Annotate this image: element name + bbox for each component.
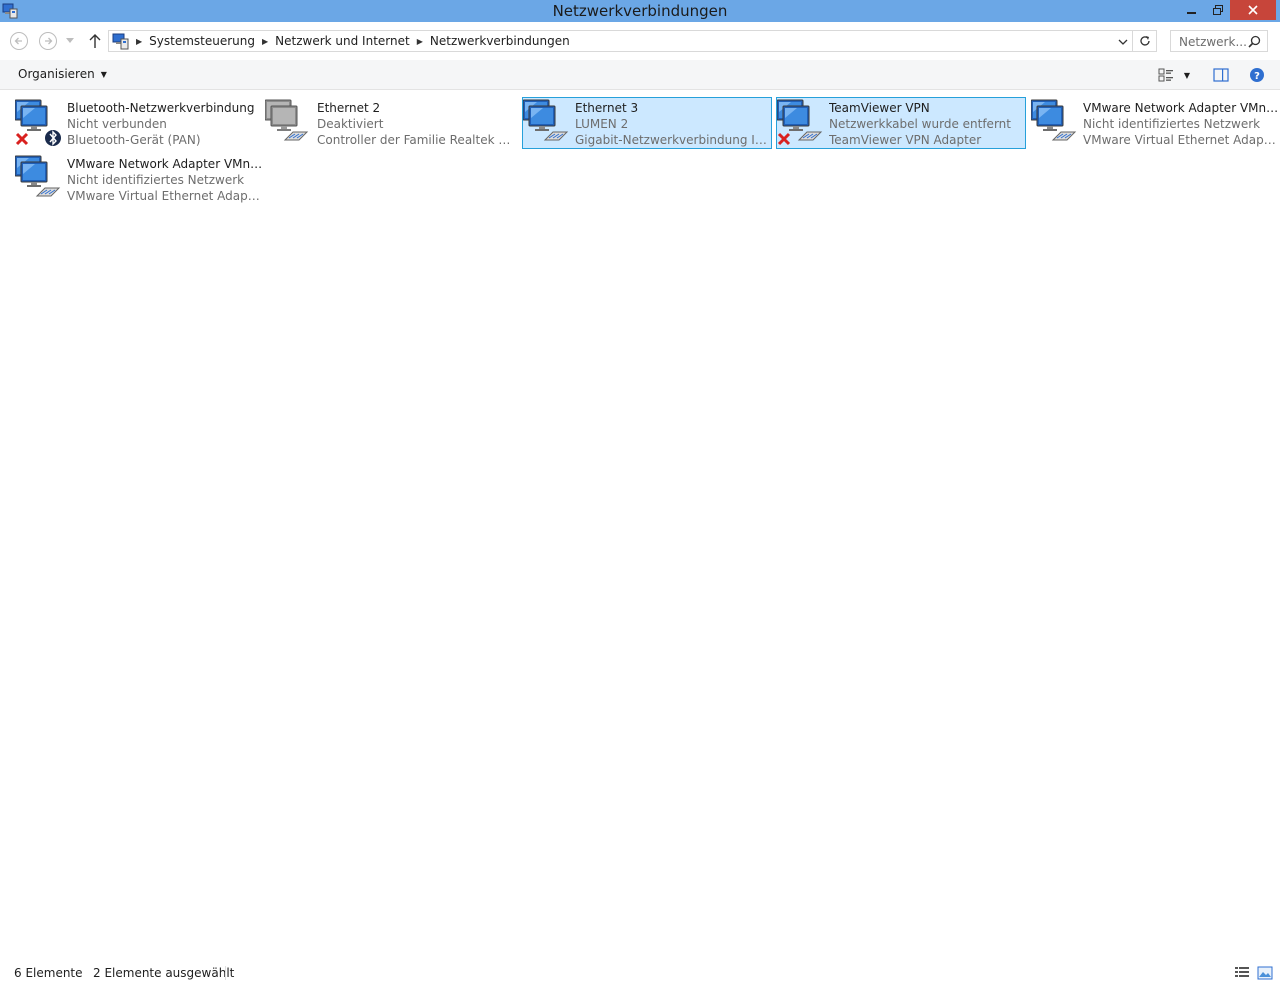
connection-text: Bluetooth-Netzwerkverbindung Nicht verbun… xyxy=(67,100,263,148)
close-icon xyxy=(1248,5,1258,15)
change-view-icon[interactable] xyxy=(1158,67,1174,83)
organize-label: Organisieren xyxy=(18,67,95,81)
ethernet-disabled-icon xyxy=(265,99,309,141)
command-bar: Organisieren ▼ ▼ ? xyxy=(0,60,1280,90)
back-button[interactable] xyxy=(9,31,29,51)
connection-status: LUMEN 2 xyxy=(575,117,629,131)
connection-status: Netzwerkkabel wurde entfernt xyxy=(829,117,1011,131)
recent-locations-button[interactable] xyxy=(63,31,77,51)
address-history-dropdown[interactable] xyxy=(1116,35,1130,49)
connection-device: VMware Virtual Ethernet Adapter ... xyxy=(67,189,263,203)
breadcrumb-netzwerkverbindungen[interactable]: Netzwerkverbindungen xyxy=(426,34,574,48)
connection-device: Controller der Familie Realtek PCI... xyxy=(317,133,513,147)
title-bar[interactable]: Netzwerkverbindungen xyxy=(0,0,1280,22)
connection-item[interactable]: Ethernet 2 Deaktiviert Controller der Fami… xyxy=(264,97,514,149)
restore-icon xyxy=(1213,5,1223,15)
connection-status: Nicht identifiziertes Netzwerk xyxy=(67,173,245,187)
refresh-button[interactable] xyxy=(1133,30,1157,52)
connection-item[interactable]: VMware Network Adapter VMnet1 Nicht ident… xyxy=(1030,97,1280,149)
large-icons-view-icon[interactable] xyxy=(1257,965,1273,981)
item-count: 6 Elemente xyxy=(14,966,83,980)
chevron-down-icon xyxy=(1118,39,1128,45)
connection-name: VMware Network Adapter VMnet1 xyxy=(1083,101,1279,115)
forward-button[interactable] xyxy=(38,31,58,51)
change-view-dropdown[interactable]: ▼ xyxy=(1181,67,1193,83)
connection-text: VMware Network Adapter VMnet1 Nicht ident… xyxy=(1083,100,1279,148)
chevron-down-icon: ▼ xyxy=(1183,70,1191,80)
connection-item[interactable]: VMware Network Adapter VMnet8 Nicht ident… xyxy=(14,153,264,205)
chevron-down-icon: ▼ xyxy=(100,69,107,79)
forward-arrow-icon xyxy=(39,32,57,50)
connection-name: Ethernet 2 xyxy=(317,101,381,115)
connection-device: VMware Virtual Ethernet Adapter ... xyxy=(1083,133,1279,147)
close-button[interactable] xyxy=(1230,0,1276,20)
connection-device: Bluetooth-Gerät (PAN) xyxy=(67,133,201,147)
connection-text: Ethernet 3 LUMEN 2 Gigabit-Netzwerkverbind… xyxy=(575,100,771,148)
connection-item[interactable]: TeamViewer VPN Netzwerkkabel wurde entfer… xyxy=(776,97,1026,149)
status-divider xyxy=(225,966,226,980)
navigation-bar: ▶ Systemsteuerung ▶ Netzwerk und Interne… xyxy=(0,22,1280,60)
connection-text: VMware Network Adapter VMnet8 Nicht ident… xyxy=(67,156,263,204)
connection-name: TeamViewer VPN xyxy=(829,101,930,115)
connection-item[interactable]: Bluetooth-Netzwerkverbindung Nicht verbun… xyxy=(14,97,264,149)
search-box[interactable]: Netzwerk... xyxy=(1170,30,1268,52)
details-view-icon[interactable] xyxy=(1234,965,1250,981)
svg-text:?: ? xyxy=(1254,71,1260,82)
ethernet-icon xyxy=(1031,99,1077,141)
breadcrumb-systemsteuerung[interactable]: Systemsteuerung xyxy=(145,34,259,48)
ethernet-icon xyxy=(777,99,823,146)
search-icon[interactable] xyxy=(1248,35,1261,48)
selected-count: 2 Elemente ausgewählt xyxy=(93,966,235,980)
chevron-right-icon[interactable]: ▶ xyxy=(133,37,145,46)
connection-device: Gigabit-Netzwerkverbindung Inte... xyxy=(575,133,771,147)
chevron-down-icon xyxy=(66,38,74,43)
chevron-right-icon[interactable]: ▶ xyxy=(414,37,426,46)
connection-text: TeamViewer VPN Netzwerkkabel wurde entfer… xyxy=(829,100,1025,148)
help-icon[interactable]: ? xyxy=(1249,67,1265,83)
connection-item[interactable]: Ethernet 3 LUMEN 2 Gigabit-Netzwerkverbind… xyxy=(522,97,772,149)
minimize-icon xyxy=(1187,12,1196,14)
connections-list: Bluetooth-Netzwerkverbindung Nicht verbun… xyxy=(0,91,1280,951)
breadcrumb: ▶ Systemsteuerung ▶ Netzwerk und Interne… xyxy=(133,34,574,48)
refresh-icon xyxy=(1139,36,1150,46)
connection-device: TeamViewer VPN Adapter xyxy=(829,133,982,147)
restore-button[interactable] xyxy=(1204,0,1232,20)
minimize-button[interactable] xyxy=(1178,0,1206,20)
connection-status: Nicht verbunden xyxy=(67,117,167,131)
address-bar[interactable]: ▶ Systemsteuerung ▶ Netzwerk und Interne… xyxy=(108,30,1133,52)
connection-status: Nicht identifiziertes Netzwerk xyxy=(1083,117,1261,131)
network-connections-icon xyxy=(112,33,129,50)
up-arrow-icon xyxy=(89,34,101,48)
connection-name: Ethernet 3 xyxy=(575,101,639,115)
chevron-right-icon[interactable]: ▶ xyxy=(259,37,271,46)
connection-name: Bluetooth-Netzwerkverbindung xyxy=(67,101,255,115)
connection-name: VMware Network Adapter VMnet8 xyxy=(67,157,263,171)
back-arrow-icon xyxy=(10,32,28,50)
window-title: Netzwerkverbindungen xyxy=(552,2,728,20)
ethernet-icon xyxy=(15,155,61,197)
search-placeholder: Netzwerk... xyxy=(1179,35,1247,49)
breadcrumb-netzwerk-und-internet[interactable]: Netzwerk und Internet xyxy=(271,34,414,48)
status-bar: 6 Elemente 2 Elemente ausgewählt xyxy=(0,962,1280,984)
organize-menu-button[interactable]: Organisieren ▼ xyxy=(18,67,107,81)
ethernet-icon xyxy=(523,99,569,141)
connection-status: Deaktiviert xyxy=(317,117,384,131)
bluetooth-network-icon xyxy=(15,99,61,146)
preview-pane-icon[interactable] xyxy=(1213,67,1229,83)
connection-text: Ethernet 2 Deaktiviert Controller der Fami… xyxy=(317,100,513,148)
up-button[interactable] xyxy=(85,31,105,51)
